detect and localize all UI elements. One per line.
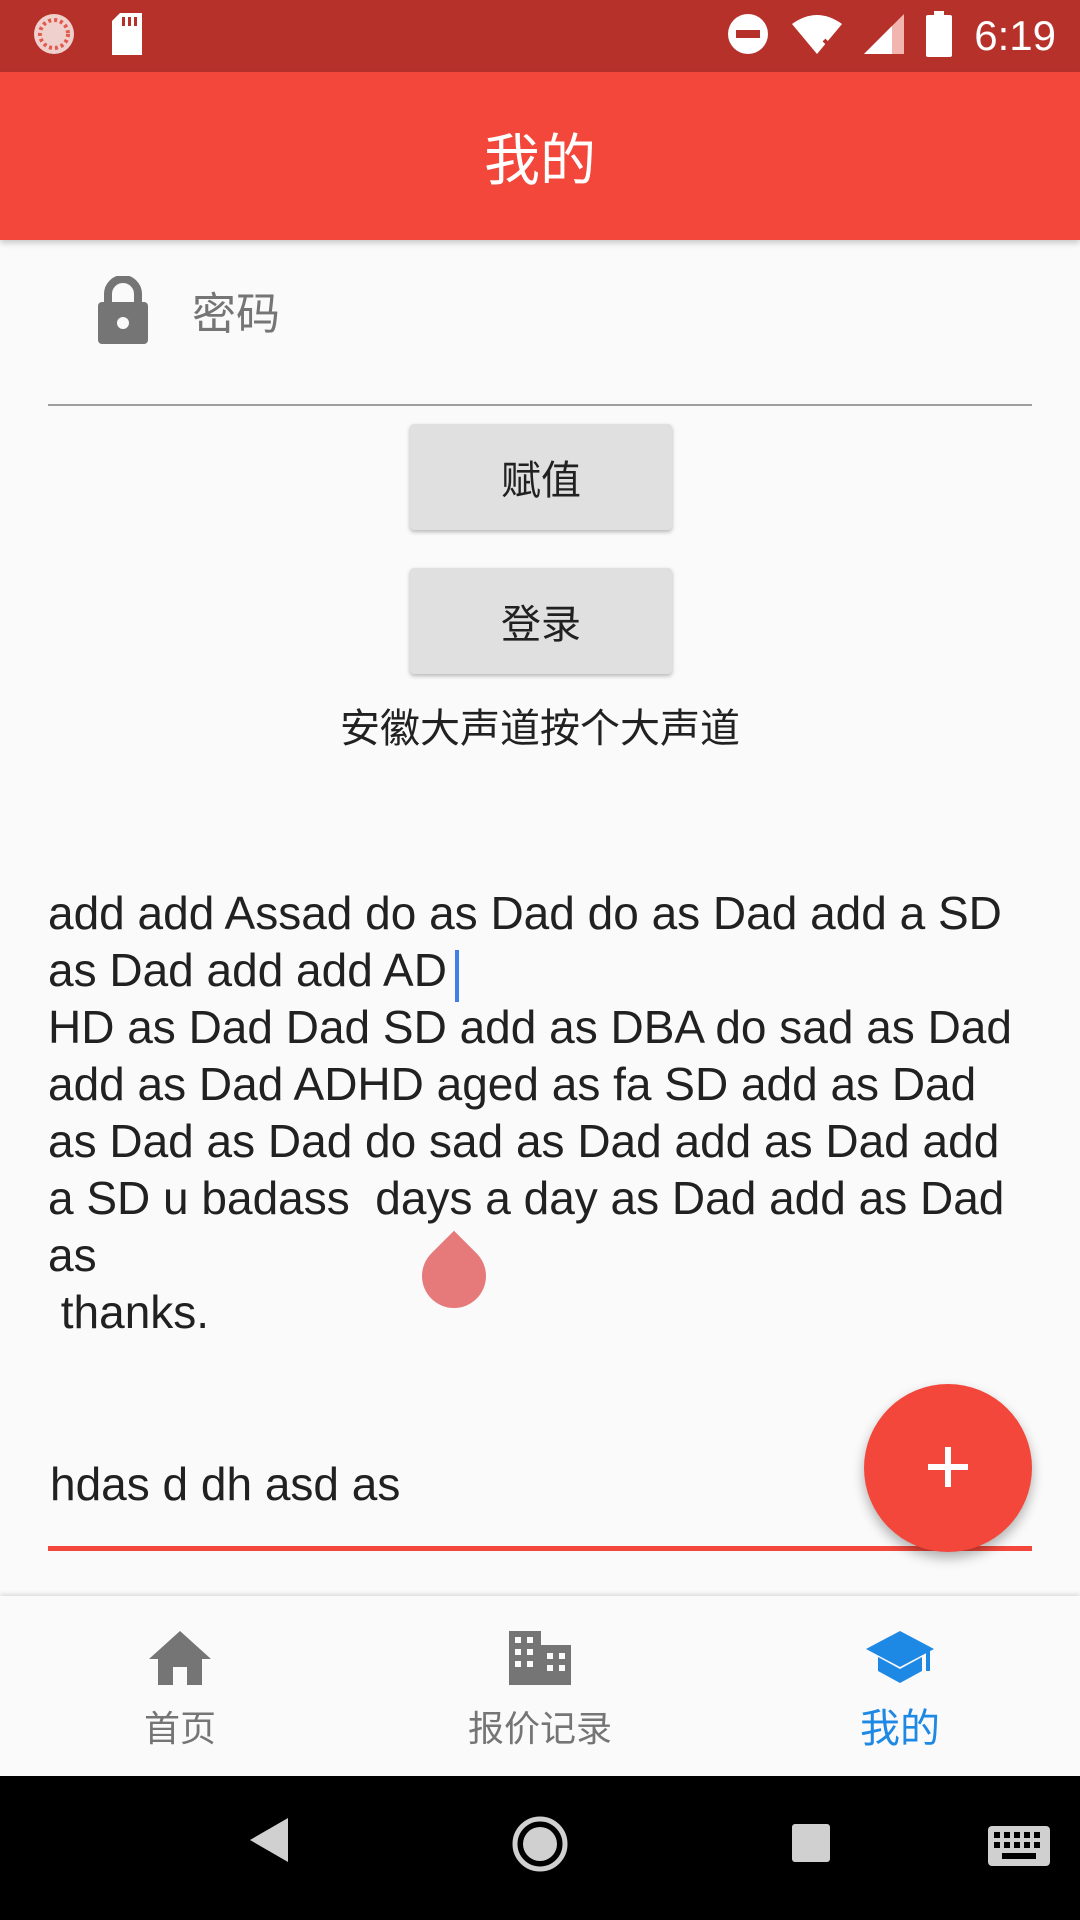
app-bar: 我的 [0, 72, 1080, 240]
sd-card-icon [110, 13, 144, 59]
page-title: 我的 [484, 128, 596, 194]
content: 赋值 登录 安徽大声道按个大声道 add add Assad do as Dad… [0, 240, 1080, 1596]
do-not-disturb-icon [726, 12, 770, 60]
keyboard-icon[interactable] [988, 1826, 1050, 1870]
nav-item-quote-records[interactable]: 报价记录 [360, 1596, 720, 1776]
status-bar: 6:19 [0, 0, 1080, 72]
screen: 6:19 我的 赋值 登录 安徽大声道按个大声道 add add Assad d… [0, 0, 1080, 1920]
plus-icon [924, 1443, 972, 1494]
status-time: 6:19 [974, 12, 1056, 59]
recents-icon[interactable] [792, 1824, 830, 1866]
battery-icon [926, 11, 953, 61]
bottom-navigation: 首页 报价记录 我的 [0, 1596, 1080, 1776]
nav-item-home[interactable]: 首页 [0, 1596, 360, 1776]
login-button[interactable]: 登录 [410, 568, 672, 674]
school-icon [866, 1628, 934, 1688]
lock-icon [96, 275, 150, 344]
back-icon[interactable] [250, 1818, 290, 1866]
signal-icon [864, 14, 905, 58]
app-status-icon [32, 12, 76, 60]
add-fab-button[interactable] [864, 1384, 1032, 1552]
building-icon [509, 1628, 571, 1688]
nav-label-home: 首页 [143, 1709, 216, 1750]
system-navigation-bar [0, 1776, 1080, 1920]
password-input[interactable] [190, 280, 994, 348]
home-icon [149, 1628, 211, 1688]
nav-label-mine: 我的 [860, 1706, 940, 1752]
wifi-icon [792, 14, 843, 58]
text-input-underline [48, 1546, 1032, 1551]
multiline-text-field[interactable]: add add Assad do as Dad do as Dad add a … [48, 885, 1038, 1341]
nav-label-quote-records: 报价记录 [467, 1709, 612, 1750]
home-button-icon[interactable] [512, 1816, 568, 1876]
nav-item-mine[interactable]: 我的 [720, 1596, 1080, 1776]
text-cursor [455, 950, 459, 1002]
info-text: 安徽大声道按个大声道 [340, 706, 740, 752]
password-field-row [48, 240, 1032, 406]
assign-button[interactable]: 赋值 [410, 424, 672, 530]
